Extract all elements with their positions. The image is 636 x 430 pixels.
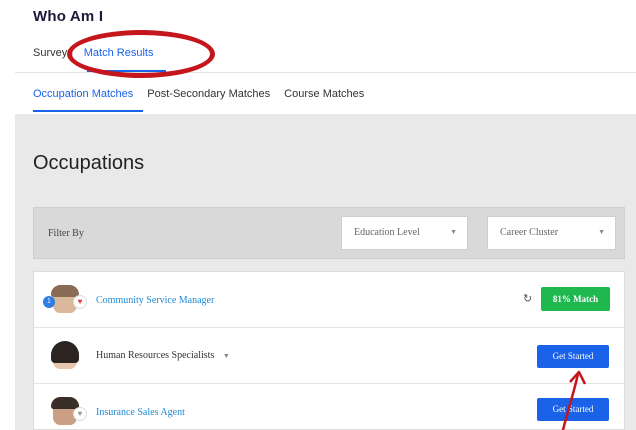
education-level-value: Education Level [354,227,420,238]
refresh-icon[interactable]: ↻ [523,292,532,305]
career-cluster-value: Career Cluster [500,227,559,238]
divider [15,72,636,73]
list-item: Human Resources Specialists ▼ Get Starte… [34,328,624,384]
avatar: 1 ♥ [43,285,87,315]
heart-icon[interactable]: ♥ [73,295,87,309]
heart-icon[interactable]: ♥ [73,407,87,421]
tab-post-secondary-matches[interactable]: Post-Secondary Matches [147,88,270,100]
occupation-link[interactable]: Insurance Sales Agent [96,407,185,418]
avatar: ♥ [49,397,87,427]
career-cluster-select[interactable]: Career Cluster ▼ [487,216,616,250]
chevron-down-icon: ▼ [598,228,605,236]
occupation-label: Human Resources Specialists [96,350,215,361]
app-title: Who Am I [33,8,104,25]
avatar [49,341,83,371]
tab-course-matches[interactable]: Course Matches [284,88,364,100]
rank-badge: 1 [43,296,55,308]
page-title: Occupations [33,152,145,174]
occupation-name[interactable]: Human Resources Specialists ▼ [96,350,230,361]
top-tabs: Surveys Match Results [33,47,164,59]
avatar-hair [51,341,79,363]
get-started-button[interactable]: Get Started [537,345,609,368]
avatar-hair [51,397,79,409]
list-item: ♥ Insurance Sales Agent Get Started [34,384,624,430]
occupation-link[interactable]: Community Service Manager [96,295,214,306]
avatar-hair [51,285,79,297]
list-item: 1 ♥ Community Service Manager ↻ 81% Matc… [34,272,624,328]
filter-label: Filter By [48,228,84,239]
active-subtab-indicator [33,110,143,112]
get-started-button[interactable]: Get Started [537,398,609,421]
education-level-select[interactable]: Education Level ▼ [341,216,468,250]
results-list: 1 ♥ Community Service Manager ↻ 81% Matc… [33,271,625,430]
match-badge: 81% Match [541,287,610,311]
chevron-down-icon: ▼ [222,352,230,360]
sub-tabs: Occupation Matches Post-Secondary Matche… [33,88,378,100]
chevron-down-icon: ▼ [450,228,457,236]
tab-match-results[interactable]: Match Results [84,47,154,59]
tab-surveys[interactable]: Surveys [33,47,73,59]
tab-occupation-matches[interactable]: Occupation Matches [33,88,133,100]
filter-bar: Filter By Education Level ▼ Career Clust… [33,207,625,259]
